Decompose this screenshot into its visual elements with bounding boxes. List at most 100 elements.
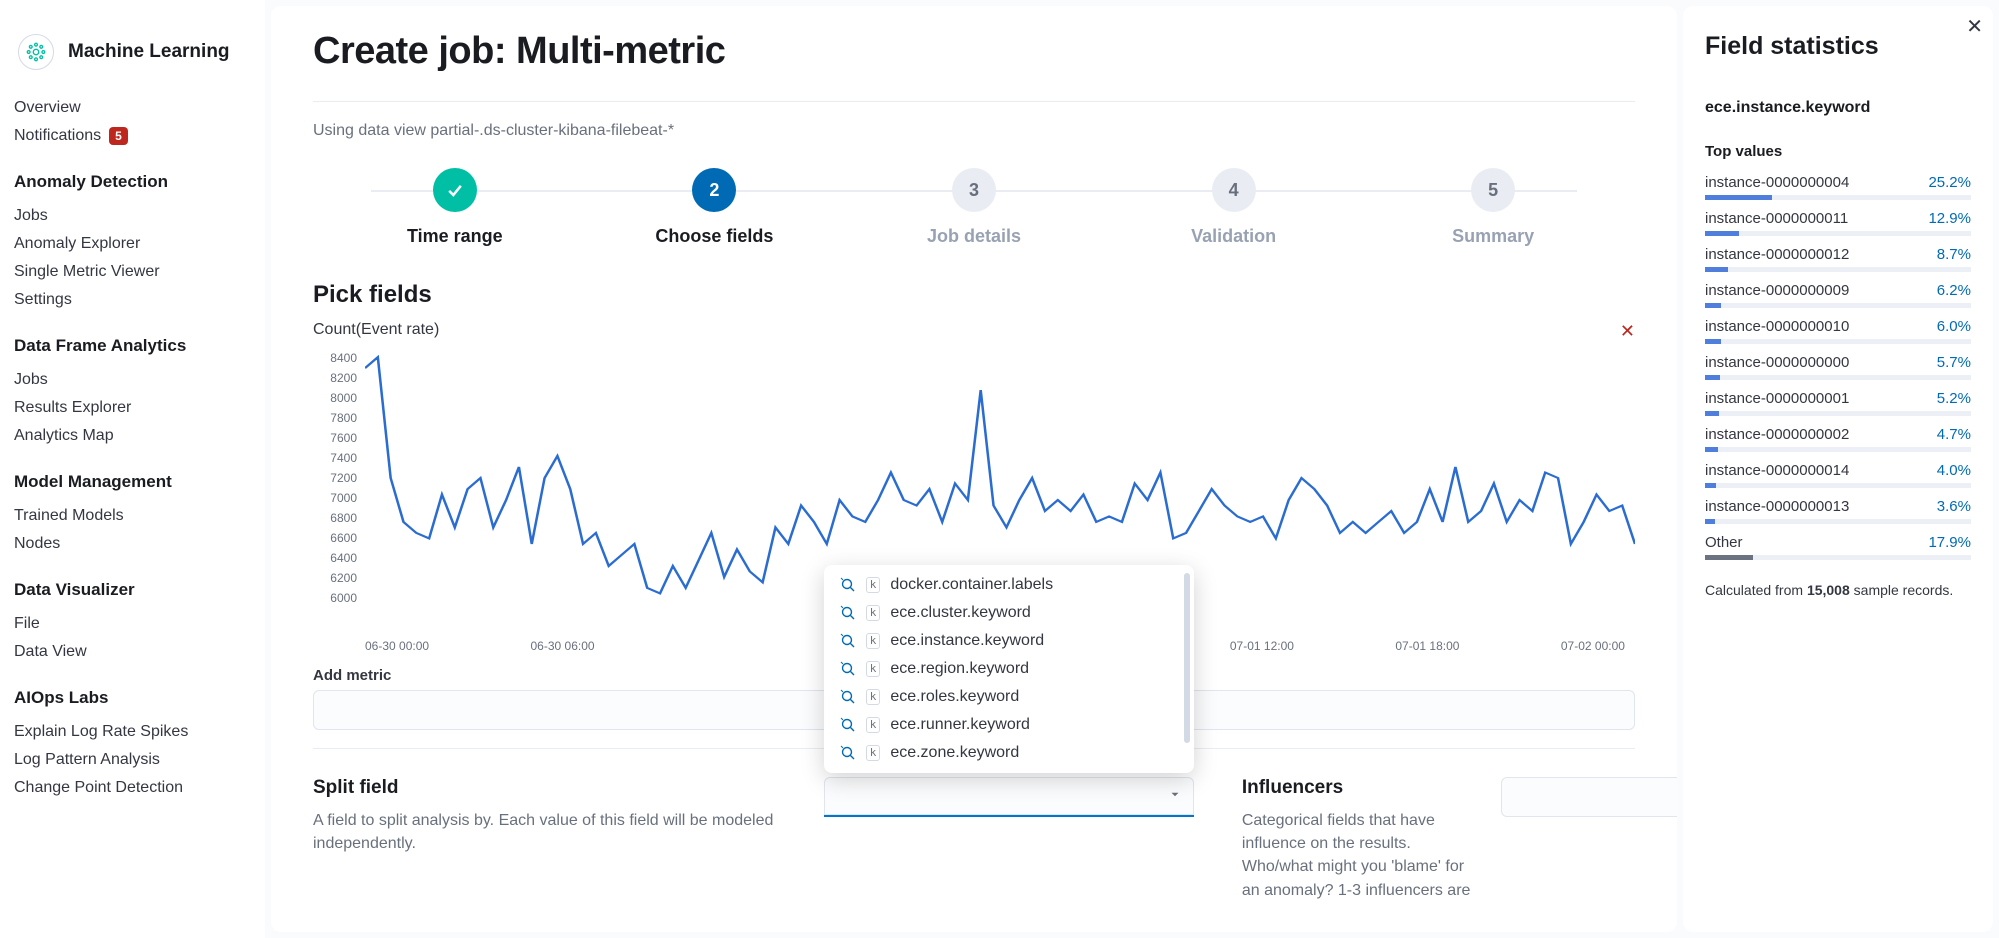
- top-value-row: instance-00000000128.7%: [1705, 246, 1971, 272]
- influencers-select[interactable]: [1501, 777, 1677, 817]
- nav-item-overview[interactable]: Overview: [14, 94, 247, 122]
- step-label: Summary: [1452, 226, 1534, 247]
- influencers-combo[interactable]: [1501, 777, 1677, 817]
- option-ece-region-keyword[interactable]: k ece.region.keyword: [824, 655, 1188, 683]
- y-tick: 7800: [330, 411, 357, 425]
- nav-item-jobs[interactable]: Jobs: [14, 202, 247, 230]
- top-value-row: instance-00000000133.6%: [1705, 498, 1971, 524]
- option-docker-container-labels[interactable]: kdocker.container.labels: [824, 571, 1188, 599]
- option-label: ece.region.keyword: [890, 660, 1029, 678]
- top-value-bar: [1705, 267, 1728, 272]
- nav-item-analytics-map[interactable]: Analytics Map: [14, 422, 247, 450]
- nav-item-explain-log-rate-spikes[interactable]: Explain Log Rate Spikes: [14, 718, 247, 746]
- y-tick: 6800: [330, 511, 357, 525]
- inspect-icon: [840, 745, 856, 761]
- nav-item-results-explorer[interactable]: Results Explorer: [14, 394, 247, 422]
- step-time-range[interactable]: Time range: [325, 168, 585, 247]
- data-view-text: Using data view partial-.ds-cluster-kiba…: [313, 122, 1635, 140]
- nav-item-change-point-detection[interactable]: Change Point Detection: [14, 774, 247, 802]
- nav-item-trained-models[interactable]: Trained Models: [14, 502, 247, 530]
- top-value-row: instance-00000000144.0%: [1705, 462, 1971, 488]
- close-panel-button[interactable]: ✕: [1966, 14, 1983, 39]
- influencers-desc: Categorical fields that have influence o…: [1242, 809, 1481, 902]
- panel-title: Field statistics: [1705, 32, 1971, 61]
- nav-item-nodes[interactable]: Nodes: [14, 530, 247, 558]
- top-value-label: instance-0000000013: [1705, 498, 1849, 515]
- step-circle: [433, 168, 477, 212]
- option-ece-zone-keyword[interactable]: kece.zone.keyword: [824, 739, 1188, 767]
- top-value-pct: 25.2%: [1928, 174, 1971, 191]
- y-tick: 6200: [330, 571, 357, 585]
- option-ece-instance-keyword[interactable]: k ece.instance.keyword: [824, 627, 1188, 655]
- top-value-pct: 12.9%: [1928, 210, 1971, 227]
- field-type-badge: k: [866, 661, 881, 677]
- field-type-badge: k: [866, 689, 881, 705]
- option-label: ece.runner.keyword: [890, 716, 1030, 734]
- nav-item-data-view[interactable]: Data View: [14, 638, 247, 666]
- top-value-label: instance-0000000009: [1705, 282, 1849, 299]
- step-label: Validation: [1191, 226, 1276, 247]
- top-value-pct: 5.2%: [1937, 390, 1971, 407]
- step-choose-fields[interactable]: 2 Choose fields: [585, 168, 845, 247]
- panel-field-name: ece.instance.keyword: [1705, 99, 1971, 117]
- option-ece-runner-keyword[interactable]: kece.runner.keyword: [824, 711, 1188, 739]
- top-value-label: instance-0000000011: [1705, 210, 1848, 227]
- top-value-label: instance-0000000010: [1705, 318, 1849, 335]
- nav-item-anomaly-explorer[interactable]: Anomaly Explorer: [14, 230, 247, 258]
- inspect-icon: [840, 605, 856, 621]
- top-value-bar-bg: [1705, 231, 1971, 236]
- step-label: Time range: [407, 226, 503, 247]
- x-tick: 07-01 18:00: [1395, 639, 1459, 653]
- remove-metric-button[interactable]: ✕: [1620, 321, 1635, 342]
- pick-fields-heading: Pick fields: [313, 281, 1635, 309]
- dropdown-scrollbar[interactable]: [1184, 573, 1190, 743]
- top-value-bar-bg: [1705, 555, 1971, 560]
- top-value-label: instance-0000000001: [1705, 390, 1849, 407]
- step-summary[interactable]: 5 Summary: [1363, 168, 1623, 247]
- option-label: ece.instance.keyword: [890, 632, 1044, 650]
- nav-item-jobs[interactable]: Jobs: [14, 366, 247, 394]
- split-field-input[interactable]: [824, 777, 1194, 817]
- step-validation[interactable]: 4 Validation: [1104, 168, 1364, 247]
- field-type-badge: k: [866, 633, 881, 649]
- nav-item-single-metric-viewer[interactable]: Single Metric Viewer: [14, 258, 247, 286]
- inspect-icon: [840, 717, 856, 733]
- top-value-bar-bg: [1705, 267, 1971, 272]
- top-value-label: instance-0000000004: [1705, 174, 1849, 191]
- top-value-row: Other17.9%: [1705, 534, 1971, 560]
- top-value-row: instance-00000000096.2%: [1705, 282, 1971, 308]
- divider: [313, 101, 1635, 102]
- top-value-row: instance-0000000001 5.2%: [1705, 390, 1971, 416]
- top-value-row: instance-00000000005.7%: [1705, 354, 1971, 380]
- x-tick: 07-02 00:00: [1561, 639, 1625, 653]
- option-label: docker.container.labels: [890, 576, 1053, 594]
- step-circle: 5: [1471, 168, 1515, 212]
- influencers-header: Influencers: [1242, 777, 1481, 799]
- step-label: Choose fields: [655, 226, 773, 247]
- nav-item-notifications[interactable]: Notifications5: [14, 122, 247, 150]
- step-circle: 2: [692, 168, 736, 212]
- top-value-label: Other: [1705, 534, 1743, 551]
- calc-note: Calculated from 15,008 sample records.: [1705, 582, 1971, 598]
- option-label: ece.zone.keyword: [890, 744, 1019, 762]
- top-value-bar: [1705, 339, 1721, 344]
- top-value-bar-bg: [1705, 483, 1971, 488]
- x-tick: 06-30 06:00: [531, 639, 595, 653]
- split-field-combo[interactable]: kdocker.container.labelskece.cluster.key…: [824, 777, 1194, 817]
- nav-heading: Data Frame Analytics: [14, 336, 247, 356]
- nav-item-file[interactable]: File: [14, 610, 247, 638]
- nav-item-log-pattern-analysis[interactable]: Log Pattern Analysis: [14, 746, 247, 774]
- y-tick: 8400: [330, 351, 357, 365]
- y-tick: 7000: [330, 491, 357, 505]
- step-circle: 4: [1212, 168, 1256, 212]
- top-value-label: instance-0000000014: [1705, 462, 1849, 479]
- option-ece-roles-keyword[interactable]: kece.roles.keyword: [824, 683, 1188, 711]
- y-tick: 8000: [330, 391, 357, 405]
- step-job-details[interactable]: 3Job details: [844, 168, 1104, 247]
- wizard-stepper: Time range 2 Choose fields 3Job details 4 Val…: [325, 168, 1623, 247]
- y-tick: 7200: [330, 471, 357, 485]
- option-ece-cluster-keyword[interactable]: kece.cluster.keyword: [824, 599, 1188, 627]
- nav-item-settings[interactable]: Settings: [14, 286, 247, 314]
- main-content: Create job: Multi-metric Using data view…: [271, 6, 1677, 932]
- notification-badge: 5: [109, 127, 128, 145]
